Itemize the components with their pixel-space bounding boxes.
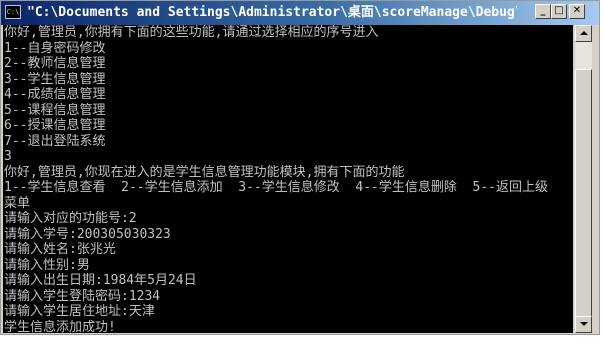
- console-line: 6--授课信息管理: [4, 118, 106, 133]
- console-line: 3--学生信息管理: [4, 71, 106, 87]
- arrow-up-icon: [580, 31, 588, 35]
- console-line: 4--成绩信息管理: [4, 87, 106, 102]
- console-line: 菜单: [4, 195, 31, 211]
- console-line: 请输入学号:200305030323: [4, 226, 171, 242]
- console-app-icon[interactable]: C:\: [5, 5, 21, 19]
- console-line: 1--学生信息查看 2--学生信息添加 3--学生信息修改 4--学生信息删除 …: [4, 180, 549, 195]
- console-line: 请输入学生登陆密码:1234: [4, 288, 161, 304]
- console-line: 学生信息添加成功!: [4, 319, 116, 334]
- console-line: 5--课程信息管理: [4, 102, 106, 118]
- close-button[interactable]: ✕: [569, 4, 585, 19]
- maximize-button[interactable]: □: [551, 4, 567, 19]
- scroll-down-button[interactable]: [575, 316, 592, 333]
- console-output[interactable]: 你好,管理员,你拥有下面的这些功能,请通过选择相应的序号进入 1--自身密码修改…: [3, 25, 573, 333]
- console-line: 2--教师信息管理: [4, 56, 106, 71]
- console-line: 你好,管理员,你现在进入的是学生信息管理功能模块,拥有下面的功能: [4, 164, 405, 180]
- console-window: C:\ "C:\Documents and Settings\Administr…: [0, 0, 600, 335]
- console-line: 3: [4, 149, 12, 164]
- vertical-scrollbar[interactable]: [575, 25, 592, 333]
- console-line: 你好,管理员,你拥有下面的这些功能,请通过选择相应的序号进入: [4, 25, 379, 40]
- console-line: 7--退出登陆系统: [4, 133, 106, 149]
- title-bar[interactable]: C:\ "C:\Documents and Settings\Administr…: [1, 1, 599, 25]
- minimize-button[interactable]: _: [535, 4, 551, 19]
- window-title: "C:\Documents and Settings\Administrator…: [27, 5, 517, 20]
- console-line: 请输入对应的功能号:2: [4, 211, 137, 226]
- arrow-down-icon: [580, 322, 588, 326]
- scrollbar-thumb[interactable]: [575, 69, 592, 325]
- console-line: 请输入姓名:张兆光: [4, 242, 116, 257]
- scroll-up-button[interactable]: [575, 25, 592, 42]
- console-line: 请输入出生日期:1984年5月24日: [4, 273, 197, 288]
- console-line: 请输入学生居住地址:天津: [4, 304, 155, 319]
- console-line: 1--自身密码修改: [4, 40, 106, 56]
- console-line: 请输入性别:男: [4, 257, 90, 273]
